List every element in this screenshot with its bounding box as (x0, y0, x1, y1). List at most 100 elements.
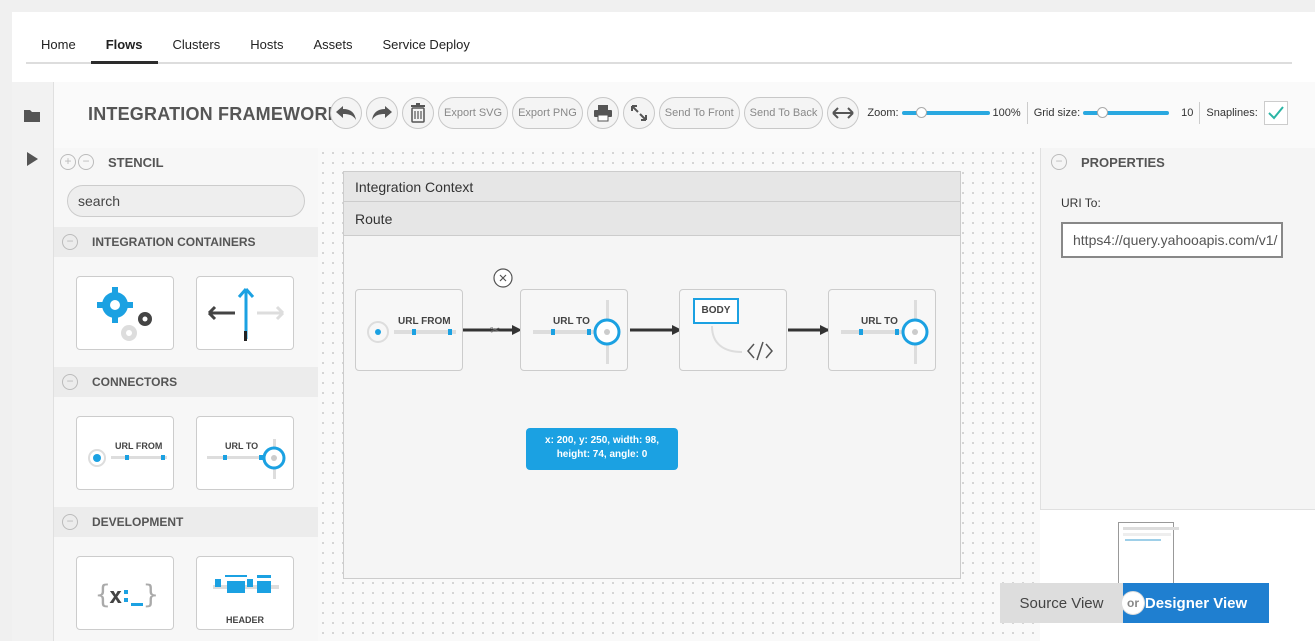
url-to-icon (207, 439, 286, 479)
minimap-preview (1123, 533, 1171, 536)
node-url-to[interactable]: URL TO (520, 289, 628, 371)
uri-input[interactable]: https4://query.yahooapis.com/v1/ (1061, 222, 1283, 258)
or-separator: or (1121, 591, 1145, 615)
play-icon[interactable] (23, 150, 41, 168)
grid-label: Grid size: (1033, 107, 1081, 119)
app: Home Flows Clusters Hosts Assets Service… (12, 12, 1315, 641)
layout-button[interactable] (827, 97, 860, 129)
properties-header: − PROPERTIES (1051, 154, 1165, 170)
view-toggle: Source View Designer View or (1000, 583, 1269, 623)
collapse-properties-button[interactable]: − (1051, 154, 1067, 170)
tile-label: URL FROM (115, 441, 163, 451)
fit-button[interactable] (622, 97, 655, 129)
grid-knob[interactable] (1097, 107, 1109, 118)
tile-url-from[interactable]: URL FROM (76, 416, 174, 490)
url-from-icon (367, 321, 456, 343)
tile-url-to[interactable]: URL TO (196, 416, 294, 490)
workspace: INTEGRATION FRAMEWORK Export SVG Export … (54, 82, 1315, 641)
tab-assets[interactable]: Assets (298, 30, 367, 64)
collapse-icon: − (62, 234, 78, 250)
redo-icon (372, 106, 392, 120)
tile-integration-context[interactable] (76, 276, 174, 350)
app-title: INTEGRATION FRAMEWORK (88, 104, 341, 124)
left-rail (12, 82, 54, 641)
tile-label: HEADER (225, 615, 264, 625)
expand-all-button[interactable]: + (60, 154, 76, 170)
geometry-tooltip: x: 200, y: 250, width: 98, height: 74, a… (526, 428, 678, 470)
url-to-icon (533, 300, 621, 364)
canvas-paper[interactable]: Integration Context Route ✂ URL FROM URL… (318, 148, 1040, 641)
node-label: URL TO (553, 316, 590, 327)
top-nav: Home Flows Clusters Hosts Assets Service… (26, 30, 1292, 64)
node-body[interactable]: BODY (679, 289, 787, 371)
zoom-control: Zoom: 100% (867, 107, 1021, 119)
folder-icon[interactable] (23, 106, 41, 124)
tab-clusters[interactable]: Clusters (158, 30, 236, 64)
tab-flows[interactable]: Flows (90, 30, 158, 64)
zoom-knob[interactable] (915, 107, 927, 118)
undo-button[interactable] (330, 97, 362, 129)
group-connectors[interactable]: − CONNECTORS (54, 367, 318, 397)
url-from-icon (88, 449, 167, 467)
integration-context-title: Integration Context (344, 172, 960, 202)
route-container[interactable]: Route ✂ URL FROM URL TO BODY URL TO x: 2… (344, 202, 960, 578)
grid-control: Grid size: 10 (1033, 107, 1194, 119)
svg-text:}: } (143, 580, 159, 610)
expand-icon (630, 105, 647, 121)
print-button[interactable] (586, 97, 619, 129)
uri-label: URI To: (1061, 196, 1101, 210)
scissors-icon[interactable]: ✂ (490, 323, 500, 337)
route-icon (207, 288, 285, 341)
collapse-all-button[interactable]: − (78, 154, 94, 170)
export-png-button[interactable]: Export PNG (512, 97, 583, 129)
node-label: URL FROM (398, 316, 451, 327)
snaplines-control: Snaplines: (1206, 101, 1288, 125)
collapse-icon: − (62, 374, 78, 390)
undo-icon (336, 106, 356, 120)
export-svg-button[interactable]: Export SVG (438, 97, 509, 129)
source-view-button[interactable]: Source View (1000, 583, 1123, 623)
checkmark-icon (1268, 106, 1284, 120)
group-title: INTEGRATION CONTAINERS (92, 235, 256, 249)
send-to-front-button[interactable]: Send To Front (658, 97, 740, 129)
tile-label: URL TO (225, 441, 259, 451)
tile-header[interactable]: HEADER (196, 556, 294, 630)
node-label: URL TO (861, 316, 898, 327)
tile-route[interactable] (196, 276, 294, 350)
tab-home[interactable]: Home (26, 30, 91, 64)
code-icon (711, 325, 773, 361)
stencil-header: + − STENCIL (60, 154, 164, 170)
tile-script[interactable]: {x} (76, 556, 174, 630)
collapse-icon: − (62, 514, 78, 530)
send-to-back-button[interactable]: Send To Back (743, 97, 824, 129)
group-integration-containers[interactable]: − INTEGRATION CONTAINERS (54, 227, 318, 257)
gears-icon (97, 287, 152, 341)
tab-service-deploy[interactable]: Service Deploy (367, 30, 484, 64)
minimap-preview (1125, 539, 1161, 541)
url-to-icon (841, 300, 929, 364)
stencil-panel: + − STENCIL search − INTEGRATION CONTAINE… (54, 148, 318, 641)
trash-icon (411, 103, 425, 123)
node-url-from[interactable]: URL FROM (355, 289, 463, 371)
stencil-title: STENCIL (108, 154, 164, 170)
node-url-to-2[interactable]: URL TO (828, 289, 936, 371)
zoom-label: Zoom: (867, 107, 899, 119)
toolbar-divider (1026, 102, 1028, 124)
toolbar-divider (1199, 102, 1201, 124)
delete-button[interactable] (402, 97, 434, 129)
tab-hosts[interactable]: Hosts (235, 30, 298, 64)
minimap-preview (1123, 527, 1179, 530)
integration-context[interactable]: Integration Context Route ✂ URL FROM URL… (343, 171, 961, 579)
script-icon: {x} (95, 580, 159, 610)
snaplines-checkbox[interactable] (1263, 101, 1288, 125)
grid-value: 10 (1181, 107, 1194, 119)
horizontal-arrows-icon (832, 107, 855, 119)
zoom-value: 100% (992, 107, 1021, 119)
grid-slider[interactable] (1083, 107, 1170, 118)
snaplines-label: Snaplines: (1206, 107, 1258, 119)
print-icon (593, 105, 612, 122)
stencil-search-input[interactable]: search (67, 185, 305, 217)
group-development[interactable]: − DEVELOPMENT (54, 507, 318, 537)
redo-button[interactable] (366, 97, 398, 129)
zoom-slider[interactable] (901, 107, 990, 118)
